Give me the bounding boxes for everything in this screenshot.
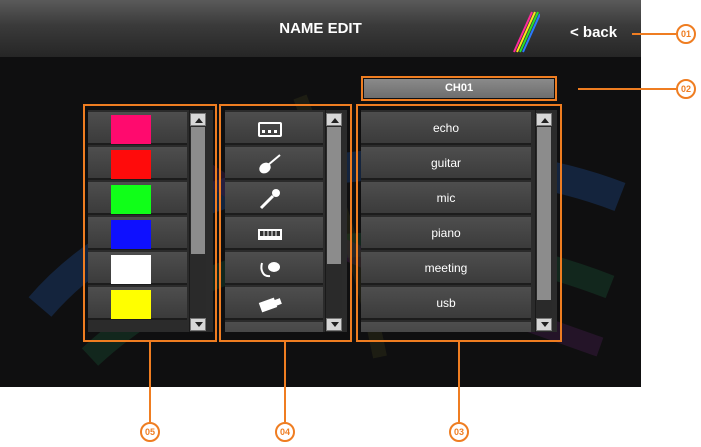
callout-badge-04: 04 bbox=[275, 422, 295, 442]
back-button[interactable]: < back bbox=[570, 24, 617, 41]
callout-line-01 bbox=[632, 33, 676, 35]
page-title: NAME EDIT bbox=[279, 20, 362, 37]
channel-highlight bbox=[361, 76, 557, 101]
callout-line-04 bbox=[284, 342, 286, 422]
callout-line-03 bbox=[458, 342, 460, 422]
icon-list-highlight bbox=[219, 104, 352, 342]
rainbow-stripe-logo bbox=[513, 11, 540, 53]
header-bar: NAME EDIT < back bbox=[0, 0, 641, 57]
callout-badge-05: 05 bbox=[140, 422, 160, 442]
callout-badge-01: 01 bbox=[676, 24, 696, 44]
name-list-highlight bbox=[356, 104, 562, 342]
callout-badge-03: 03 bbox=[449, 422, 469, 442]
callout-line-02 bbox=[578, 88, 676, 90]
color-list-highlight bbox=[83, 104, 217, 342]
callout-line-05 bbox=[149, 342, 151, 422]
callout-badge-02: 02 bbox=[676, 79, 696, 99]
